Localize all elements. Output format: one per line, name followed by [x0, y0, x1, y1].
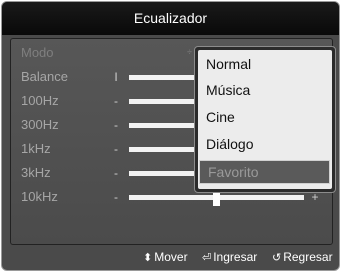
balance-slider-track[interactable]: [129, 75, 199, 80]
mode-option-musica[interactable]: Música: [198, 78, 332, 102]
mode-dropdown[interactable]: Normal Música Cine Diálogo Favorito: [194, 46, 336, 193]
move-label: Mover: [154, 250, 188, 264]
balance-label: Balance: [21, 69, 68, 84]
back-hint: ↺ Regresar: [272, 245, 333, 270]
mode-option-favorito[interactable]: Favorito: [199, 160, 330, 184]
updown-arrow-icon: ⬍: [143, 252, 153, 264]
mode-option-normal[interactable]: Normal: [198, 52, 332, 76]
enter-icon: ⏎: [202, 252, 212, 264]
return-icon: ↺: [272, 252, 282, 264]
mode-option-dialogo[interactable]: Diálogo: [198, 132, 332, 156]
band-minus-1khz: -: [114, 142, 118, 156]
mode-option-cine[interactable]: Cine: [198, 105, 332, 129]
band-label-300hz: 300Hz: [21, 117, 59, 132]
band-label-10khz: 10kHz: [21, 189, 58, 204]
band-minus-3khz: -: [114, 166, 118, 180]
band-label-100hz: 100Hz: [21, 93, 59, 108]
band-minus-300hz: -: [114, 118, 118, 132]
band-minus-100hz: -: [114, 94, 118, 108]
enter-hint: ⏎ Ingresar: [202, 245, 258, 270]
balance-left-mark: I: [114, 70, 118, 84]
equalizer-window: Ecualizador Modo ÷ Balance I 100Hz - 300…: [1, 1, 340, 271]
band-label-1khz: 1kHz: [21, 141, 51, 156]
band-slider-300hz[interactable]: [129, 123, 199, 128]
band-slider-100hz[interactable]: [129, 99, 199, 104]
band-slider-1khz[interactable]: [129, 147, 199, 152]
band-label-3khz: 3kHz: [21, 165, 51, 180]
mode-dropdown-list: Normal Música Cine Diálogo Favorito: [198, 50, 332, 189]
move-hint: ⬍ Mover: [143, 245, 188, 270]
band-minus-10khz: -: [114, 190, 118, 204]
footer-hints: ⬍ Mover ⏎ Ingresar ↺ Regresar: [2, 245, 339, 270]
back-label: Regresar: [283, 250, 333, 264]
window-title: Ecualizador: [2, 2, 339, 35]
enter-label: Ingresar: [213, 250, 258, 264]
mode-label: Modo: [21, 45, 54, 60]
mode-arrow-icon: ÷: [187, 47, 192, 57]
